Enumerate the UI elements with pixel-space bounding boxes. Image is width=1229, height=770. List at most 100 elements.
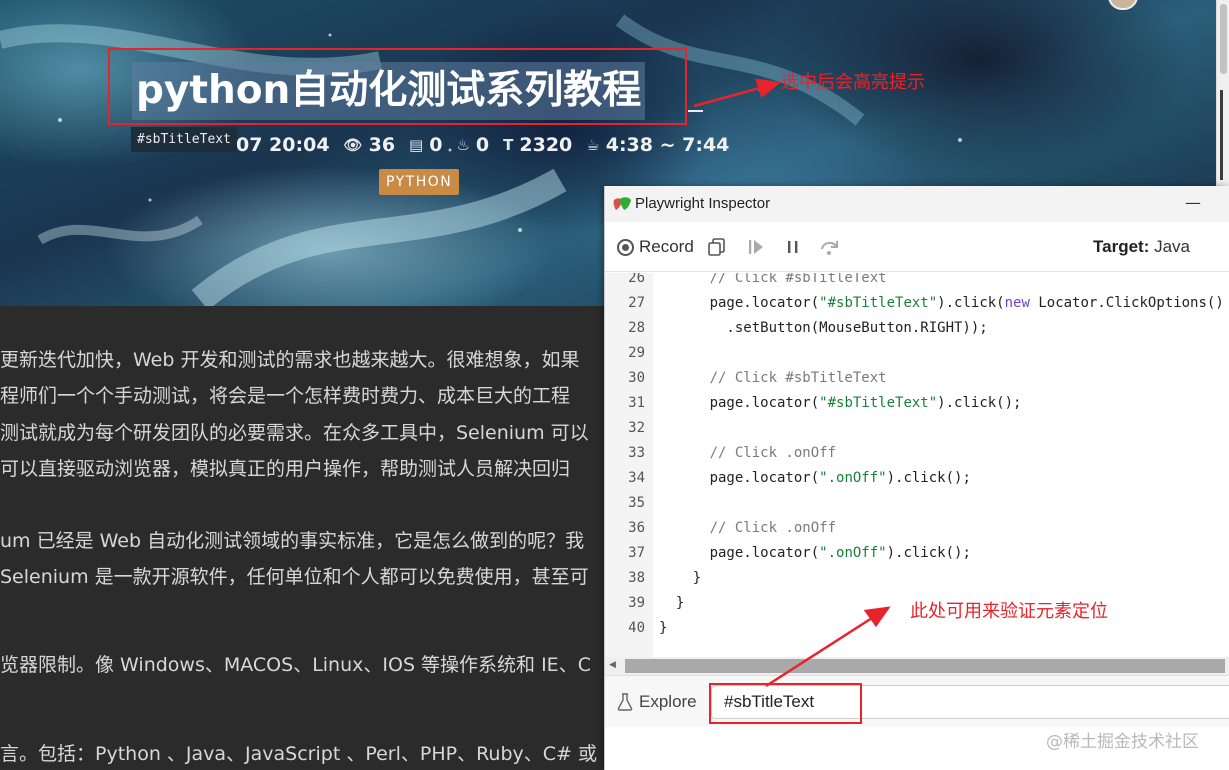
article-paragraph: 测试就成为每个研发团队的必要需求。在众多工具中，Selenium 可以	[0, 422, 589, 444]
line-number: 29	[628, 345, 645, 361]
code-token: ).click();	[886, 470, 971, 486]
eye-icon: 👁	[343, 136, 363, 154]
code-token: }	[659, 570, 702, 586]
scrollbar-thumb[interactable]	[1220, 4, 1227, 74]
code-line: 27 page.locator("#sbTitleText").click(ne…	[605, 291, 1229, 316]
code-line: 29	[605, 341, 1229, 366]
code-line: 35	[605, 491, 1229, 516]
category-tag[interactable]: PYTHON	[379, 169, 460, 195]
code-line: 33 // Click .onOff	[605, 441, 1229, 466]
article-paragraph: 览器限制。像 Windows、MACOS、Linux、IOS 等操作系统和 IE…	[0, 654, 591, 676]
code-text: // Click #sbTitleText	[659, 366, 887, 391]
text-icon: T	[503, 136, 514, 154]
pause-icon	[788, 241, 798, 253]
flask-icon	[617, 693, 633, 711]
article-paragraph: 程师们一个个手动测试，将会是一个怎样费时费力、成本巨大的工程	[0, 385, 571, 407]
playwright-logo-icon	[613, 197, 631, 210]
code-text: page.locator("#sbTitleText").click();	[659, 391, 1022, 416]
code-text: }	[659, 616, 667, 641]
flame-icon: ♨	[456, 136, 470, 154]
code-line: 28 .setButton(MouseButton.RIGHT));	[605, 316, 1229, 341]
target-selector[interactable]: Target: Java	[1093, 222, 1190, 272]
copy-button[interactable]	[707, 234, 727, 260]
text-cursor	[688, 110, 703, 112]
code-token: page.locator(	[659, 295, 820, 311]
line-number: 31	[628, 395, 645, 411]
line-number: 37	[628, 545, 645, 561]
code-token: new	[1004, 295, 1030, 311]
meta-comments: ▤ 0	[409, 134, 443, 156]
code-text: page.locator(".onOff").click();	[659, 466, 971, 491]
resume-icon	[749, 240, 763, 254]
code-line: 32	[605, 416, 1229, 441]
meta-date: 07 20:04	[236, 134, 330, 156]
selector-tooltip: #sbTitleText	[131, 127, 237, 152]
article-paragraph: 更新迭代加快，Web 开发和测试的需求也越来越大。很难想象，如果	[0, 349, 580, 371]
line-number: 28	[628, 320, 645, 336]
code-token: "#sbTitleText"	[819, 395, 938, 411]
post-meta: 07 20:04 👁 36 ▤ 0 ♨ 0 T 2320 ☕ 4:38 ~ 7:44	[236, 131, 729, 159]
code-token: page.locator(	[659, 395, 820, 411]
explore-bar: Explore #sbTitleText	[605, 675, 1229, 727]
pause-button[interactable]	[783, 234, 803, 260]
line-number: 27	[628, 295, 645, 311]
code-text: // Click #sbTitleText	[659, 273, 887, 291]
code-token: ).click();	[886, 545, 971, 561]
code-line: 37 page.locator(".onOff").click();	[605, 541, 1229, 566]
code-token: page.locator(	[659, 470, 820, 486]
target-value: Java	[1154, 237, 1191, 256]
target-label: Target:	[1093, 237, 1150, 256]
code-token: // Click .onOff	[659, 445, 837, 461]
code-text: .setButton(MouseButton.RIGHT));	[659, 316, 988, 341]
code-token: }	[659, 595, 685, 611]
code-token: ".onOff"	[819, 470, 887, 486]
scroll-left-icon[interactable]: ◀	[609, 660, 616, 670]
explore-tab[interactable]: Explore	[617, 676, 697, 728]
record-label: Record	[639, 237, 694, 256]
code-token: .setButton(MouseButton.RIGHT));	[659, 320, 988, 336]
code-token: ).click();	[937, 395, 1022, 411]
code-token: // Click .onOff	[659, 520, 837, 536]
line-number: 39	[628, 595, 645, 611]
minimize-button[interactable]: —	[1185, 186, 1201, 220]
code-text: // Click .onOff	[659, 516, 836, 541]
step-over-button[interactable]	[819, 234, 841, 260]
code-line: 30 // Click #sbTitleText	[605, 366, 1229, 391]
resume-button[interactable]	[746, 234, 766, 260]
input-highlight-box	[709, 683, 862, 724]
line-number: 32	[628, 420, 645, 436]
code-token: ).click(	[937, 295, 1005, 311]
article-paragraph: Selenium 是一款开源软件，任何单位和个人都可以免费使用，甚至可	[0, 566, 589, 588]
editor-horizontal-scrollbar[interactable]: ◀	[605, 657, 1229, 675]
meta-words: T 2320	[503, 134, 573, 156]
scrollbar-thumb[interactable]	[625, 659, 1225, 673]
window-title: Playwright Inspector	[635, 195, 771, 212]
scrollbar-track-mark	[1220, 90, 1223, 180]
code-token: // Click #sbTitleText	[659, 273, 887, 286]
step-over-icon	[821, 241, 838, 255]
comment-icon: ▤	[409, 136, 424, 154]
code-text: }	[659, 566, 701, 591]
code-token: Locator.ClickOptions()	[1029, 295, 1224, 311]
code-line: 26 // Click #sbTitleText	[605, 273, 1229, 291]
record-button[interactable]: Record	[617, 234, 694, 260]
code-token: "#sbTitleText"	[819, 295, 938, 311]
code-token: ".onOff"	[819, 545, 887, 561]
code-token: page.locator(	[659, 545, 820, 561]
meta-read-time: ☕ 4:38 ~ 7:44	[586, 134, 730, 156]
line-number: 38	[628, 570, 645, 586]
line-number: 26	[628, 273, 645, 286]
window-titlebar[interactable]: Playwright Inspector —	[605, 186, 1229, 222]
code-line: 31 page.locator("#sbTitleText").click();	[605, 391, 1229, 416]
article-body: 更新迭代加快，Web 开发和测试的需求也越来越大。很难想象，如果 程师们一个个手…	[0, 306, 604, 770]
article-paragraph: 言。包括：Python 、Java、JavaScript 、Perl、PHP、R…	[0, 743, 597, 765]
watermark: @稀土掘金技术社区	[1046, 732, 1199, 752]
code-token: }	[659, 620, 668, 636]
line-number: 40	[628, 620, 645, 636]
code-text: page.locator(".onOff").click();	[659, 541, 971, 566]
line-number: 30	[628, 370, 645, 386]
code-text: }	[659, 591, 684, 616]
article-paragraph: um 已经是 Web 自动化测试领域的事实标准，它是怎么做到的呢？我	[0, 530, 585, 552]
code-line: 38 }	[605, 566, 1229, 591]
page-scrollbar[interactable]	[1216, 0, 1229, 186]
